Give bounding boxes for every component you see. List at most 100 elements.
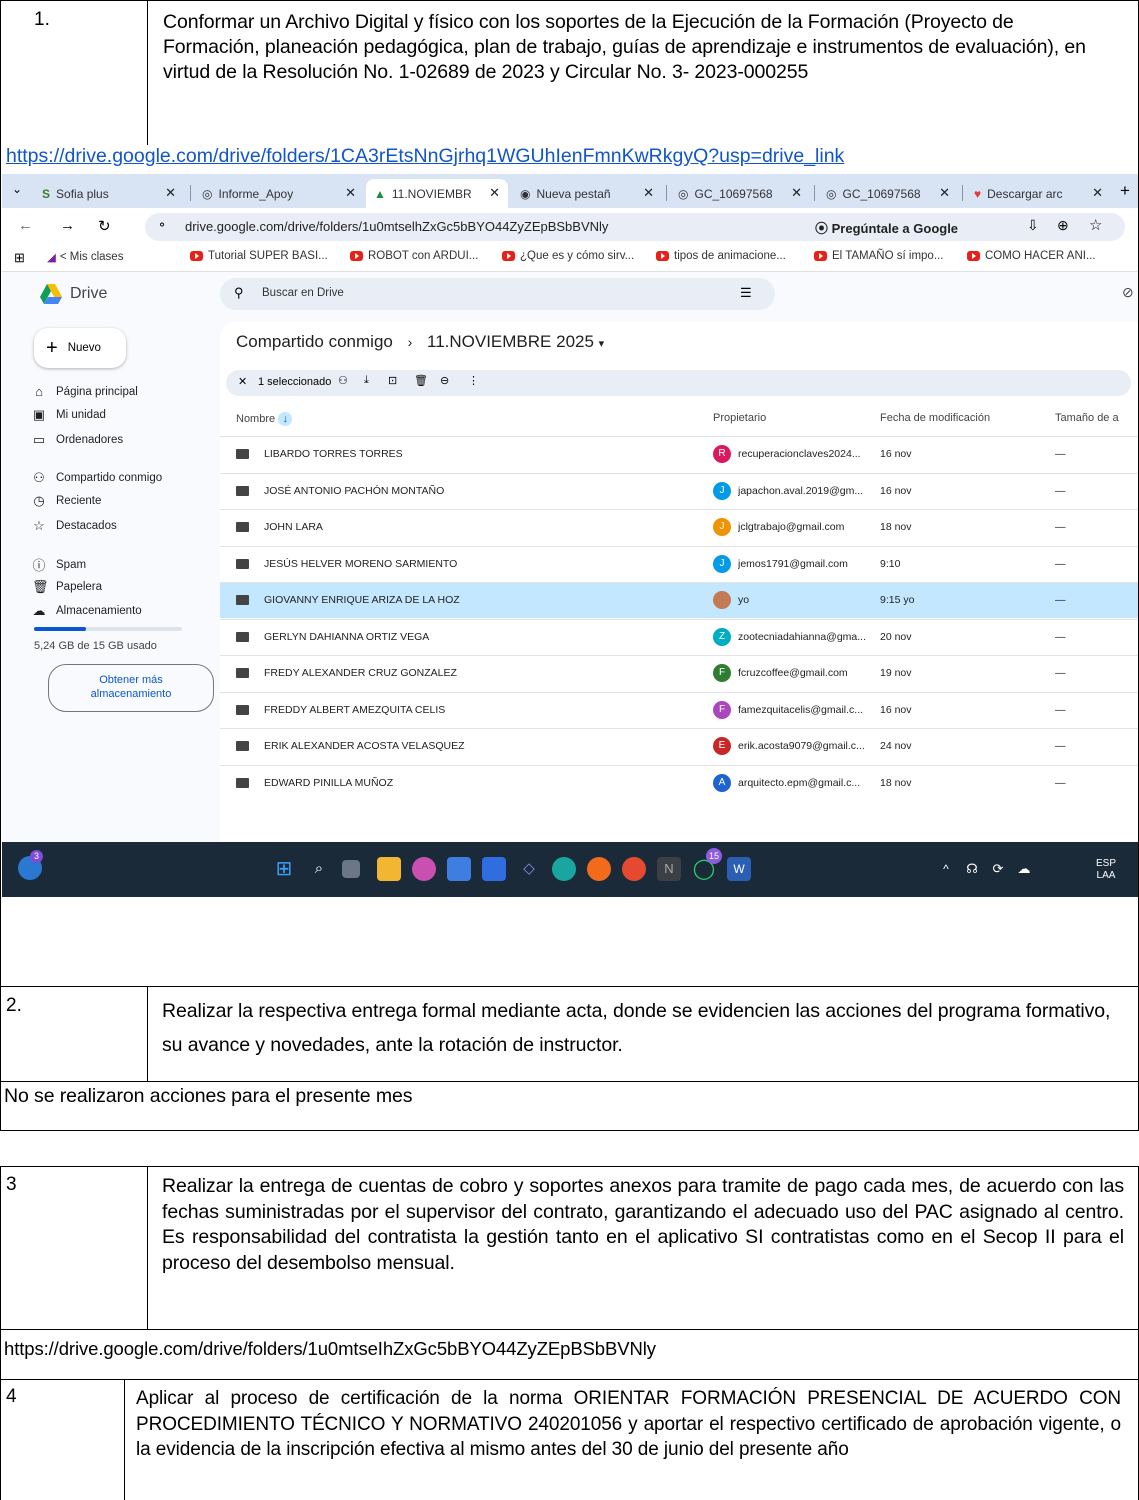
- file-name[interactable]: EDWARD PINILLA MUÑOZ: [264, 777, 393, 789]
- site-info-icon[interactable]: ⚬: [157, 218, 167, 232]
- new-tab-plus-icon[interactable]: +: [1120, 181, 1130, 201]
- column-size[interactable]: Tamaño de a: [1055, 412, 1119, 424]
- file-name[interactable]: GERLYN DAHIANNA ORTIZ VEGA: [264, 631, 429, 643]
- file-name[interactable]: JOHN LARA: [264, 521, 323, 533]
- omnibox[interactable]: ⚬ drive.google.com/drive/folders/1u0mtse…: [145, 213, 1125, 241]
- download-icon[interactable]: ⤓: [364, 374, 369, 387]
- file-name[interactable]: LIBARDO TORRES TORRES: [264, 448, 403, 460]
- tab-list-chevron-icon[interactable]: ⌄: [12, 182, 22, 196]
- nav-computers[interactable]: ▭ Ordenadores: [32, 432, 123, 448]
- tab-descargar[interactable]: ♥ Descargar arc ✕: [966, 179, 1111, 208]
- bookmark-tipos[interactable]: tipos de animacione...: [656, 250, 786, 262]
- file-row[interactable]: GIOVANNY ENRIQUE ARIZA DE LA HOZ yo 9:15 y…: [220, 582, 1138, 618]
- store-icon[interactable]: [447, 857, 471, 881]
- item1-drive-link[interactable]: https://drive.google.com/drive/folders/1…: [6, 145, 844, 168]
- tab-sofia[interactable]: S Sofia plus ✕: [34, 179, 184, 208]
- url-text[interactable]: drive.google.com/drive/folders/1u0mtselh…: [185, 219, 608, 234]
- copilot-icon[interactable]: [412, 857, 436, 881]
- clear-selection-icon[interactable]: ✕: [238, 375, 247, 388]
- app-icon[interactable]: ◇: [517, 857, 541, 881]
- tab-nueva[interactable]: ◉ Nueva pestañ ✕: [512, 179, 662, 208]
- tray-chevron-icon[interactable]: ^: [934, 857, 958, 881]
- file-row[interactable]: FREDY ALEXANDER CRUZ GONZALEZ Ffcruzcoffe…: [220, 655, 1138, 691]
- nav-my-drive[interactable]: ▣ Mi unidad: [32, 407, 106, 423]
- file-name[interactable]: JOSÉ ANTONIO PACHÓN MONTAÑO: [264, 485, 444, 497]
- tab-gc-2[interactable]: ◎ GC_10697568 ✕: [818, 179, 958, 208]
- tray-cloud-icon[interactable]: ☁: [1012, 857, 1036, 881]
- tray-sync-icon[interactable]: ⟳: [986, 857, 1010, 881]
- drive-logo[interactable]: Drive: [40, 284, 107, 304]
- file-row[interactable]: LIBARDO TORRES TORRES Rrecuperacionclaves…: [220, 436, 1138, 472]
- new-button[interactable]: + Nuevo: [34, 328, 126, 368]
- column-owner[interactable]: Propietario: [713, 412, 766, 424]
- search-icon[interactable]: ⌕: [307, 857, 331, 881]
- file-row[interactable]: JOHN LARA Jjclgtrabajo@gmail.com 18 nov —: [220, 509, 1138, 545]
- file-name[interactable]: ERIK ALEXANDER ACOSTA VELASQUEZ: [264, 740, 465, 752]
- get-more-storage-button[interactable]: Obtener más almacenamiento: [48, 664, 214, 712]
- file-name[interactable]: JESÚS HELVER MORENO SARMIENTO: [264, 558, 457, 570]
- file-row[interactable]: EDWARD PINILLA MUÑOZ Aarquitecto.epm@gmai…: [220, 764, 1138, 801]
- file-name[interactable]: FREDDY ALBERT AMEZQUITA CELIS: [264, 704, 445, 716]
- close-icon[interactable]: ✕: [1092, 185, 1103, 201]
- file-row[interactable]: JOSÉ ANTONIO PACHÓN MONTAÑO Jjapachon.ava…: [220, 472, 1138, 509]
- firefox-icon[interactable]: [587, 857, 611, 881]
- column-name[interactable]: Nombre ↓: [236, 412, 293, 426]
- ask-google-button[interactable]: ⦿ Pregúntale a Google: [815, 218, 958, 237]
- more-icon[interactable]: ⋮: [468, 374, 479, 387]
- close-icon[interactable]: ✕: [165, 185, 176, 201]
- nav-recent[interactable]: ◷ Reciente: [32, 493, 101, 509]
- delete-icon[interactable]: 🗑: [414, 374, 428, 387]
- breadcrumb-current[interactable]: 11.NOVIEMBRE 2025: [427, 332, 594, 351]
- star-icon[interactable]: ☆: [1089, 216, 1102, 234]
- status-icon[interactable]: ⊘: [1122, 284, 1134, 301]
- nav-trash[interactable]: 🗑 Papelera: [32, 579, 102, 595]
- file-row[interactable]: ERIK ALEXANDER ACOSTA VELASQUEZ Eerik.aco…: [220, 728, 1138, 764]
- link-icon[interactable]: ⊖: [440, 374, 449, 387]
- task-view-icon[interactable]: [342, 860, 360, 878]
- nav-shared[interactable]: ⚇ Compartido conmigo: [32, 470, 162, 486]
- dropbox-icon[interactable]: [482, 857, 506, 881]
- filter-icon[interactable]: ☰: [740, 285, 752, 301]
- close-icon[interactable]: ✕: [643, 185, 654, 201]
- drive-search-bar[interactable]: ⚲ Buscar en Drive ☰: [220, 278, 775, 310]
- bookmark-que-es[interactable]: ¿Que es y cómo sirv...: [502, 250, 634, 262]
- file-row[interactable]: JESÚS HELVER MORENO SARMIENTO Jjemos1791@…: [220, 545, 1138, 582]
- file-name[interactable]: FREDY ALEXANDER CRUZ GONZALEZ: [264, 667, 457, 679]
- nav-starred[interactable]: ☆ Destacados: [32, 518, 117, 534]
- close-icon[interactable]: ✕: [345, 185, 356, 201]
- file-row[interactable]: FREDDY ALBERT AMEZQUITA CELIS Ffamezquita…: [220, 691, 1138, 728]
- file-name[interactable]: GIOVANNY ENRIQUE ARIZA DE LA HOZ: [264, 594, 460, 606]
- nav-home[interactable]: ⌂ Página principal: [32, 384, 138, 399]
- breadcrumb-root[interactable]: Compartido conmigo: [236, 332, 393, 351]
- language-indicator[interactable]: ESP LAA: [1096, 858, 1116, 882]
- file-row[interactable]: GERLYN DAHIANNA ORTIZ VEGA Zzootecniadahi…: [220, 618, 1138, 655]
- close-icon[interactable]: ✕: [489, 185, 500, 201]
- nav-storage[interactable]: ☁ Almacenamiento: [32, 603, 142, 619]
- dropdown-icon[interactable]: ▾: [599, 338, 605, 350]
- tab-informe[interactable]: ◎ Informe_Apoy ✕: [194, 179, 364, 208]
- file-explorer-icon[interactable]: [377, 857, 401, 881]
- tab-gc-1[interactable]: ◎ GC_10697568 ✕: [670, 179, 810, 208]
- tab-noviembre[interactable]: ▲ 11.NOVIEMBR ✕: [366, 179, 508, 208]
- edge-icon[interactable]: [552, 857, 576, 881]
- apps-grid-icon[interactable]: ⊞: [14, 250, 25, 266]
- tray-app-icon[interactable]: ☊: [960, 857, 984, 881]
- item3-link-text[interactable]: https://drive.google.com/drive/folders/1…: [4, 1336, 656, 1361]
- zoom-icon[interactable]: ⊕: [1057, 217, 1069, 234]
- bookmark-como-hacer[interactable]: COMO HACER ANI...: [967, 250, 1096, 262]
- close-icon[interactable]: ✕: [791, 185, 802, 201]
- column-modified[interactable]: Fecha de modificación: [880, 412, 990, 424]
- back-arrow-icon[interactable]: ←: [18, 217, 33, 234]
- bookmark-tutorial[interactable]: Tutorial SUPER BASI...: [190, 250, 328, 262]
- notion-icon[interactable]: N: [657, 857, 681, 881]
- chrome-icon[interactable]: [622, 857, 646, 881]
- bookmark-tamano[interactable]: El TAMAÑO sí impo...: [814, 250, 943, 262]
- install-icon[interactable]: ⇩: [1027, 217, 1039, 234]
- forward-arrow-icon[interactable]: →: [60, 217, 75, 234]
- share-icon[interactable]: ⚇: [338, 374, 348, 387]
- close-icon[interactable]: ✕: [939, 185, 950, 201]
- start-icon[interactable]: ⊞: [272, 857, 296, 881]
- nav-spam[interactable]: ⓘ Spam: [32, 555, 86, 574]
- word-icon[interactable]: W: [727, 857, 751, 881]
- move-icon[interactable]: ⊡: [388, 374, 397, 387]
